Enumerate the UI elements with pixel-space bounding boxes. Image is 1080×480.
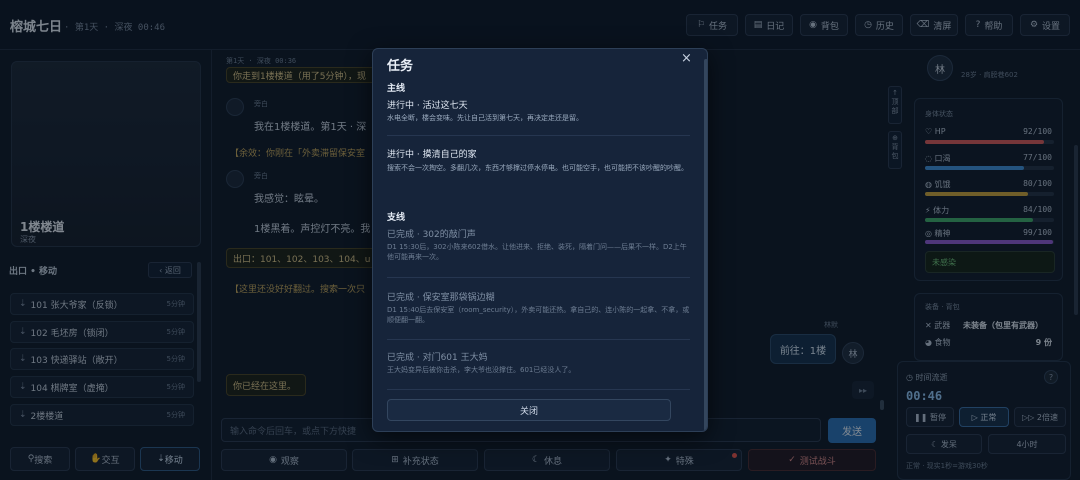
close-icon[interactable]: ×	[681, 51, 692, 66]
divider	[387, 339, 690, 340]
close-button[interactable]: 关闭	[387, 399, 671, 421]
quest-title: 已完成 · 302的敲门声	[387, 230, 476, 240]
divider	[387, 135, 690, 136]
quest-title: 已完成 · 保安室那袋锅边糊	[387, 293, 495, 303]
quest-title: 进行中 · 摸清自己的家	[387, 150, 477, 160]
quest-desc: D1 15:30后，302小陈来602借水。让他进来、拒绝、装死，隔着门问——后…	[387, 243, 687, 261]
quest-desc: 王大妈变异后被你击杀，李大爷也没撑住。601已经没人了。	[387, 366, 576, 374]
quest-title: 已完成 · 对门601 王大妈	[387, 353, 488, 363]
quest-desc: 水电全断，楼会变味。先让自己活到第七天，再决定走还是留。	[387, 114, 583, 122]
quest-desc: 搜索不会一次掏空。多翻几次，东西才够撑过停水停电。也可能空手，也可能把不该吵醒的…	[387, 164, 688, 172]
modal-title: 任务	[387, 59, 414, 74]
quest-desc: D1 15:40后去保安室（room_security），外卖可能还热。拿自己的…	[387, 306, 690, 324]
quest-title: 进行中 · 活过这七天	[387, 101, 468, 111]
main-quest-label: 主线	[387, 84, 406, 94]
divider	[387, 277, 690, 278]
modal-scrollbar[interactable]	[704, 59, 707, 431]
divider	[387, 389, 690, 390]
side-quest-label: 支线	[387, 213, 406, 223]
tasks-modal: 任务 × 主线 进行中 · 活过这七天 水电全断，楼会变味。先让自己活到第七天，…	[372, 48, 708, 432]
